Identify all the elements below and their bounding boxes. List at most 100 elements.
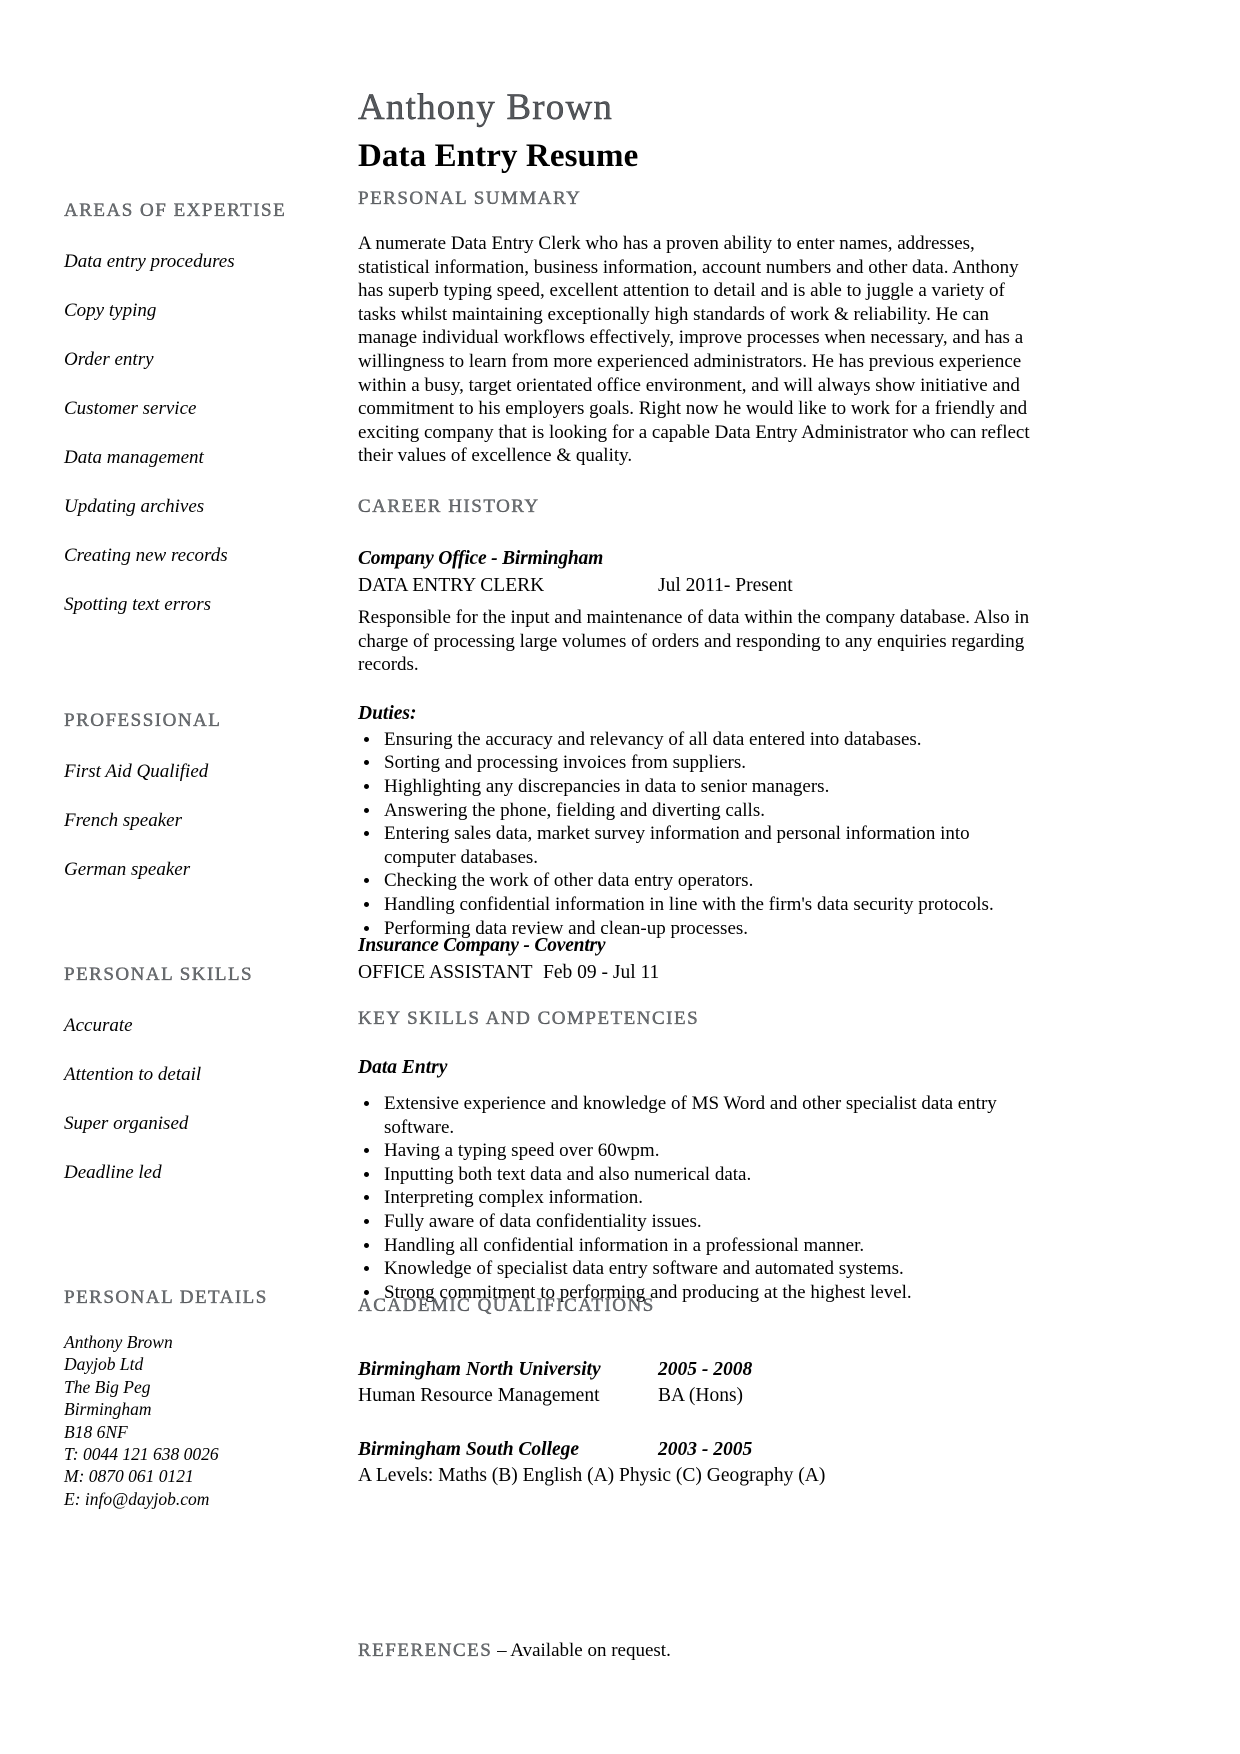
job-dates: Jul 2011- Present [658,575,793,596]
personal-details-line: The Big Peg [64,1376,151,1397]
sidebar-item-expertise: Creating new records [64,545,228,566]
heading-academic: ACADEMIC QUALIFICATIONS [358,1295,655,1316]
education-subject: A Levels: Maths (B) English (A) Physic (… [358,1465,826,1486]
bullet-icon [364,736,369,742]
bullet-icon [364,878,369,884]
job-entry: Insurance Company - Coventry OFFICE ASSI… [358,935,1038,984]
section-key-skills: KEY SKILLS AND COMPETENCIES Data Entry E… [358,1008,1038,1304]
list-item: Answering the phone, fielding and divert… [358,799,1038,823]
list-item: Checking the work of other data entry op… [358,869,1038,893]
bullet-icon [364,1242,369,1248]
document-title: Data Entry Resume [358,137,639,174]
personal-details-mobile: M: 0870 061 0121 [64,1466,194,1487]
skill-text: Interpreting complex information. [384,1187,644,1209]
duty-text: Handling confidential information in lin… [384,893,994,915]
personal-details-line: Dayjob Ltd [64,1354,144,1375]
list-item: Having a typing speed over 60wpm. [358,1139,1038,1163]
job-entry: Company Office - Birmingham DATA ENTRY C… [358,548,1038,940]
sidebar-item-expertise: Customer service [64,398,197,419]
education-subject: Human Resource Management [358,1385,600,1406]
sidebar-item-professional: German speaker [64,859,191,880]
duty-text: Entering sales data, market survey infor… [384,823,970,868]
education-header-row: Birmingham North University 2005 - 2008 [358,1359,1038,1381]
bullet-icon [364,1266,369,1272]
duty-text: Sorting and processing invoices from sup… [384,752,747,774]
sidebar-item-expertise: Data management [64,447,204,468]
list-item: Handling all confidential information in… [358,1234,1038,1258]
education-years: 2005 - 2008 [658,1359,753,1380]
sidebar-item-expertise: Spotting text errors [64,594,212,615]
section-references: REFERENCES – Available on request. [358,1640,1038,1662]
resume-page: Anthony Brown Data Entry Resume AREAS OF… [0,0,1240,1754]
duty-text: Ensuring the accuracy and relevancy of a… [384,728,922,750]
bullet-icon [364,1171,369,1177]
education-detail-row: Human Resource Management BA (Hons) [358,1385,1038,1407]
duty-text: Highlighting any discrepancies in data t… [384,775,830,797]
sidebar-heading-personal-skills: PERSONAL SKILLS [64,964,254,985]
personal-details-list: Anthony Brown Dayjob Ltd The Big Peg Bir… [64,1331,344,1510]
education-years: 2003 - 2005 [658,1439,753,1460]
bullet-icon [364,1101,369,1106]
bullet-icon [364,1148,369,1154]
duties-list: Ensuring the accuracy and relevancy of a… [358,728,1038,940]
bullet-icon [364,901,369,907]
education-institution: Birmingham South College [358,1439,580,1460]
heading-career-history: CAREER HISTORY [358,496,540,517]
section-career-history: CAREER HISTORY Company Office - Birmingh… [358,496,1038,940]
duty-text: Checking the work of other data entry op… [384,870,754,892]
bullet-icon [364,807,369,813]
bullet-icon [364,783,369,789]
duty-text: Answering the phone, fielding and divert… [384,799,765,821]
bullet-icon [364,760,369,766]
sidebar-heading-personal-details: PERSONAL DETAILS [64,1287,268,1308]
sidebar-section-personal-skills: PERSONAL SKILLS Accurate Attention to de… [64,964,344,1182]
skill-text: Handling all confidential information in… [384,1234,865,1256]
list-item: Interpreting complex information. [358,1186,1038,1210]
job-dates: Feb 09 - Jul 11 [543,962,660,983]
personal-details-line: Anthony Brown [64,1332,173,1352]
duties-label: Duties: [358,702,417,724]
personal-summary-text: A numerate Data Entry Clerk who has a pr… [358,233,1030,467]
sidebar-item-professional: First Aid Qualified [64,761,209,782]
list-item: Fully aware of data confidentiality issu… [358,1210,1038,1234]
personal-details-email[interactable]: E: info@dayjob.com [64,1488,344,1510]
bullet-icon [364,1289,369,1295]
education-institution: Birmingham North University [358,1359,601,1380]
education-detail-row: A Levels: Maths (B) English (A) Physic (… [358,1465,1038,1487]
skill-text: Knowledge of specialist data entry softw… [384,1258,904,1280]
bullet-icon [364,1218,369,1224]
key-skills-list: Extensive experience and knowledge of MS… [358,1092,1038,1304]
personal-details-line: Birmingham [64,1399,152,1420]
bullet-icon [364,925,369,931]
sidebar-heading-professional: PROFESSIONAL [64,710,222,731]
sidebar-heading-expertise: AREAS OF EXPERTISE [64,200,287,221]
sidebar-list-expertise: Data entry procedures Copy typing Order … [64,252,344,614]
sidebar-item-professional: French speaker [64,810,182,831]
sidebar-item-expertise: Copy typing [64,300,157,321]
list-item: Highlighting any discrepancies in data t… [358,775,1038,799]
references-line: REFERENCES – Available on request. [358,1640,1038,1662]
skill-text: Fully aware of data confidentiality issu… [384,1210,702,1232]
job-role: OFFICE ASSISTANT [358,962,533,983]
bullet-icon [364,831,369,837]
personal-details-phone: T: 0044 121 638 0026 [64,1444,219,1465]
list-item: Entering sales data, market survey infor… [358,822,1038,869]
education-entry: Birmingham North University 2005 - 2008 … [358,1359,1038,1407]
skill-text: Extensive experience and knowledge of MS… [384,1093,997,1138]
sidebar-item-personal-skill: Attention to detail [64,1064,202,1085]
list-item: Handling confidential information in lin… [358,893,1038,917]
sidebar-section-expertise: AREAS OF EXPERTISE Data entry procedures… [64,200,344,614]
list-item: Knowledge of specialist data entry softw… [358,1257,1038,1281]
heading-personal-summary: PERSONAL SUMMARY [358,188,582,209]
job-role: DATA ENTRY CLERK [358,575,545,596]
references-text: – Available on request. [492,1640,671,1661]
sidebar-section-professional: PROFESSIONAL First Aid Qualified French … [64,710,344,879]
list-item: Ensuring the accuracy and relevancy of a… [358,728,1038,752]
skill-text: Having a typing speed over 60wpm. [384,1140,660,1162]
skill-text: Inputting both text data and also numeri… [384,1163,752,1185]
job-company: Insurance Company - Coventry [358,935,606,956]
sidebar-item-expertise: Order entry [64,349,154,370]
education-award: BA (Hons) [658,1385,744,1406]
sidebar-section-personal-details: PERSONAL DETAILS Anthony Brown Dayjob Lt… [64,1287,344,1510]
section-personal-summary: PERSONAL SUMMARY A numerate Data Entry C… [358,188,1038,468]
